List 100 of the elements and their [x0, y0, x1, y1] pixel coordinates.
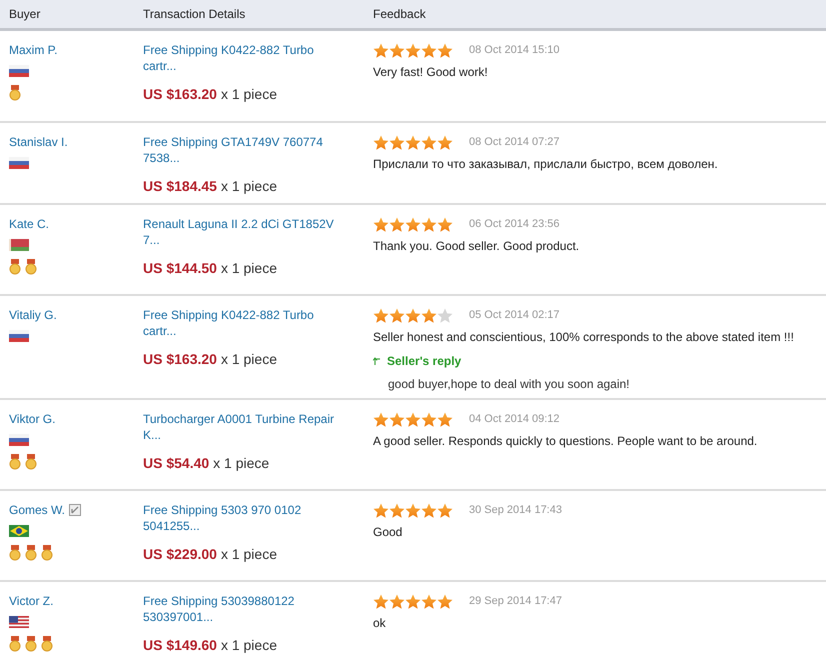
star-icon [437, 42, 453, 58]
star-icon [405, 594, 421, 608]
buyer-link[interactable]: Viktor G. [9, 410, 56, 428]
star-icon [405, 42, 421, 58]
star-icon [437, 594, 453, 608]
star-icon [405, 412, 421, 426]
star-icon [373, 308, 389, 322]
price: US $163.20 [143, 85, 217, 104]
star-icon [373, 216, 389, 232]
medal-icon [9, 85, 21, 101]
feedback-date: 06 Oct 2014 23:56 [469, 216, 560, 232]
price: US $144.50 [143, 259, 217, 278]
medal-icon [9, 454, 21, 470]
star-icon [373, 42, 389, 58]
star-icon [421, 134, 437, 150]
flag-icon [9, 157, 29, 169]
price: US $163.20 [143, 350, 217, 369]
star-icon [405, 134, 421, 150]
star-icon [405, 308, 421, 322]
quantity: x 1 piece [213, 454, 270, 473]
seller-reply-text: good buyer,hope to deal with you soon again! [387, 376, 631, 393]
star-icon [373, 412, 389, 426]
flag-icon [9, 330, 29, 342]
quantity: x 1 piece [220, 545, 277, 564]
flag-icon [9, 239, 29, 251]
feedback-comment: Seller honest and conscientious, 100% corresponds to the above stated item !!! [373, 329, 795, 346]
star-icon [389, 412, 405, 426]
star-icon [373, 502, 389, 518]
star-icon [421, 412, 437, 426]
seller-reply-label: Seller's reply [387, 353, 462, 370]
quantity: x 1 piece [220, 259, 277, 278]
feedback-date: 08 Oct 2014 15:10 [469, 42, 560, 58]
buyer-link[interactable]: Maxim P. [9, 41, 58, 59]
quantity: x 1 piece [220, 177, 277, 196]
quantity: x 1 piece [220, 350, 277, 369]
buyer-link[interactable]: Gomes W. [9, 501, 66, 519]
item-link[interactable]: Renault Laguna II 2.2 dCi GT1852V 7... [143, 216, 344, 248]
item-link[interactable]: Free Shipping GTA1749V 760774 7538... [143, 134, 344, 166]
column-header: Buyer [9, 7, 40, 21]
feedback-date: 30 Sep 2014 17:43 [469, 502, 562, 518]
price: US $149.60 [143, 636, 217, 655]
medal-icon [41, 636, 53, 652]
price: US $184.45 [143, 177, 217, 196]
star-icon [389, 216, 405, 232]
feedback-date: 04 Oct 2014 09:12 [469, 412, 560, 427]
buyer-link[interactable]: Stanislav I. [9, 133, 68, 151]
medal-icon [9, 259, 21, 275]
star-icon [437, 216, 453, 232]
star-icon [437, 412, 453, 426]
buyer-link[interactable]: Kate C. [9, 215, 50, 233]
item-link[interactable]: Free Shipping K0422-882 Turbo cartr... [143, 42, 344, 74]
medal-icon [9, 636, 21, 652]
quantity: x 1 piece [220, 636, 277, 655]
star-icon [421, 216, 437, 232]
flag-icon [9, 65, 29, 77]
feedback-comment: Прислали то что заказывал, прислали быстро, всем доволен. [373, 156, 719, 173]
item-link[interactable]: Turbocharger A0001 Turbine Repair K... [143, 411, 344, 443]
item-link[interactable]: Free Shipping K0422-882 Turbo cartr... [143, 307, 344, 339]
star-icon [437, 134, 453, 150]
buyer-link[interactable]: Victor Z. [9, 592, 54, 610]
column-header: Transaction Details [143, 7, 246, 21]
star-icon [405, 216, 421, 232]
medal-icon [9, 545, 21, 561]
medal-icon [25, 259, 37, 275]
star-icon [389, 594, 405, 608]
star-icon [389, 42, 405, 58]
item-link[interactable]: Free Shipping 53039880122 530397001... [143, 593, 344, 625]
flag-icon [9, 434, 29, 446]
medal-icon [25, 636, 37, 652]
star-icon [421, 502, 437, 518]
price: US $229.00 [143, 545, 217, 564]
feedback-comment: ok [373, 615, 387, 632]
star-icon [405, 502, 421, 518]
feedback-comment: A good seller. Responds quickly to questions. People want to be around. [373, 433, 758, 450]
star-icon [437, 308, 453, 322]
star-icon [437, 502, 453, 518]
feedback-date: 08 Oct 2014 07:27 [469, 134, 560, 150]
feedback-comment: Good [373, 524, 404, 541]
star-icon [421, 42, 437, 58]
buyer-link[interactable]: Vitaliy G. [9, 306, 57, 324]
flag-icon [9, 525, 29, 537]
column-header: Feedback [373, 7, 426, 21]
feedback-date: 29 Sep 2014 17:47 [469, 594, 562, 609]
medal-icon [25, 545, 37, 561]
feedback-comment: Thank you. Good seller. Good product. [373, 238, 580, 255]
star-icon [421, 308, 437, 322]
flag-icon [9, 616, 29, 628]
price: US $54.40 [143, 454, 210, 473]
star-icon [389, 308, 405, 322]
feedback-date: 05 Oct 2014 02:17 [469, 308, 560, 323]
quantity: x 1 piece [220, 85, 277, 104]
star-icon [421, 594, 437, 608]
medal-icon [41, 545, 53, 561]
star-icon [389, 134, 405, 150]
star-icon [373, 134, 389, 150]
feedback-comment: Very fast! Good work! [373, 64, 489, 81]
item-link[interactable]: Free Shipping 5303 970 0102 5041255... [143, 502, 344, 534]
star-icon [373, 594, 389, 608]
star-icon [389, 502, 405, 518]
reply-arrow-icon [373, 357, 381, 365]
